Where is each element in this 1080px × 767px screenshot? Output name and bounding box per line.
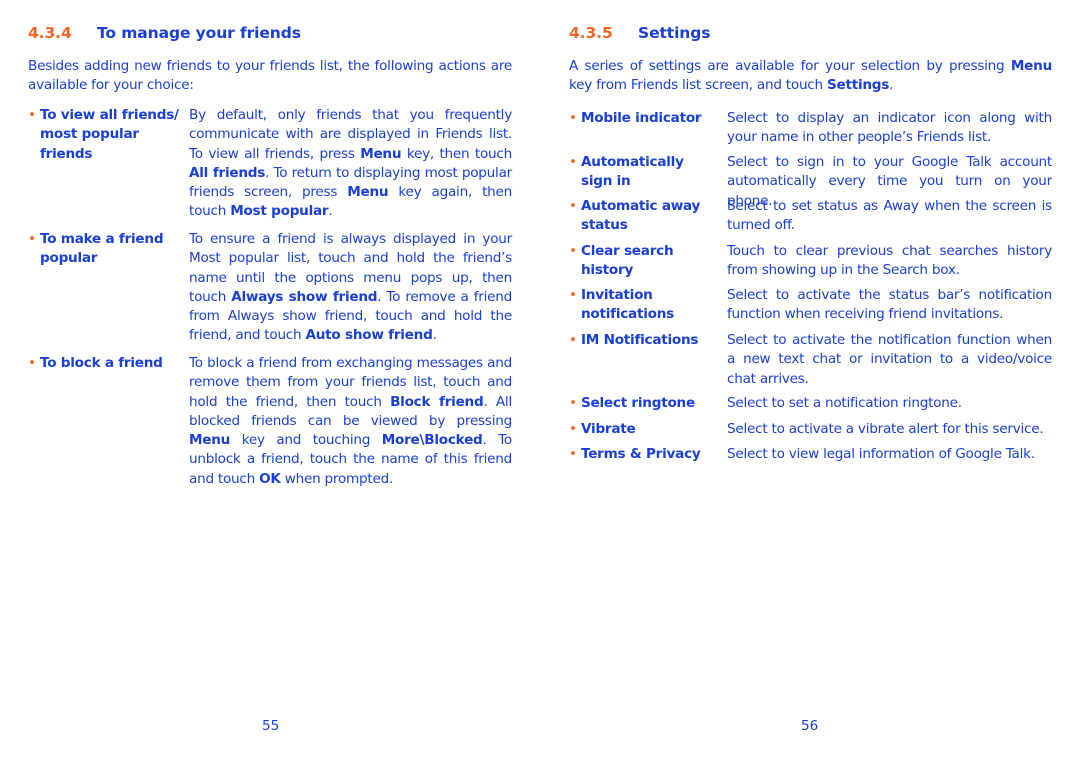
bullet-icon: • — [569, 198, 577, 214]
section-number: 4.3.5 — [569, 24, 613, 42]
bullet-icon: • — [28, 231, 36, 247]
section-heading-4-3-4: 4.3.4 To manage your friends — [28, 24, 301, 42]
bullet-icon: • — [569, 395, 577, 411]
item-label: • Automatically sign in — [569, 154, 684, 190]
item-description: Touch to clear previous chat searches hi… — [727, 243, 1052, 279]
bullet-icon: • — [569, 243, 577, 259]
item-label: • Select ringtone — [569, 394, 695, 413]
setting-clear-search-history: • Clear search history Touch to clear pre… — [569, 242, 1052, 281]
section-number: 4.3.4 — [28, 24, 72, 42]
bold-term: Block friend — [390, 393, 484, 410]
right-page: 4.3.5 Settings A series of settings are a… — [569, 0, 1052, 767]
section-title: Settings — [638, 24, 711, 42]
item-description: Select to activate the status bar’s noti… — [727, 287, 1052, 323]
setting-mobile-indicator: • Mobile indicator Select to display an i… — [569, 109, 1052, 148]
setting-automatic-away-status: • Automatic away status Select to set sta… — [569, 197, 1052, 236]
list-item-block-friend: • To block a friend To block a friend fro… — [28, 354, 512, 489]
bold-term: Menu — [347, 184, 389, 201]
bullet-icon: • — [569, 446, 577, 462]
item-description: To ensure a friend is always displayed i… — [189, 231, 512, 344]
setting-terms-privacy: • Terms & Privacy Select to view legal in… — [569, 445, 1052, 464]
bold-term: More\Blocked — [381, 432, 483, 449]
bullet-icon: • — [28, 107, 36, 123]
bold-term: Most popular — [230, 203, 329, 220]
bold-term: Settings — [826, 77, 890, 94]
bullet-icon: • — [569, 154, 577, 170]
item-label: • Clear search history — [569, 243, 674, 279]
bold-term: OK — [259, 470, 281, 487]
item-description: Select to set status as Away when the sc… — [727, 198, 1052, 234]
item-label: • To block a friend — [28, 354, 163, 373]
section-heading-4-3-5: 4.3.5 Settings — [569, 24, 710, 42]
item-description: To block a friend from exchanging messag… — [189, 355, 513, 487]
bullet-icon: • — [28, 355, 36, 371]
item-label: • Automatic away status — [569, 198, 701, 234]
item-description: Select to activate a vibrate alert for t… — [727, 421, 1044, 437]
bold-term: Menu — [189, 432, 231, 449]
item-description: Select to display an indicator icon alon… — [727, 110, 1052, 146]
setting-invitation-notifications: • Invitation notifications Select to acti… — [569, 286, 1052, 325]
bullet-icon: • — [569, 110, 577, 126]
item-label: • IM Notifications — [569, 331, 699, 350]
item-label: • Terms & Privacy — [569, 445, 701, 464]
intro-paragraph: A series of settings are available for y… — [569, 58, 1052, 94]
bold-term: Always show friend — [231, 288, 378, 305]
page-number: 56 — [801, 718, 819, 734]
left-page: 4.3.4 To manage your friends Besides addi… — [28, 0, 512, 767]
item-description: By default, only friends that you freque… — [189, 107, 512, 220]
item-label: • Vibrate — [569, 420, 636, 439]
bold-term: Menu — [1010, 58, 1052, 74]
list-item-make-friend-popular: • To make a friend popular To ensure a fr… — [28, 230, 512, 346]
setting-vibrate: • Vibrate Select to activate a vibrate al… — [569, 420, 1052, 439]
bullet-icon: • — [569, 332, 577, 348]
setting-select-ringtone: • Select ringtone Select to set a notific… — [569, 394, 1052, 413]
section-title: To manage your friends — [97, 24, 301, 42]
intro-paragraph: Besides adding new friends to your frien… — [28, 58, 512, 94]
setting-im-notifications: • IM Notifications Select to activate the… — [569, 331, 1052, 389]
bullet-icon: • — [569, 287, 577, 303]
item-label: • To view all friends/ most popular frien… — [28, 107, 179, 162]
bold-term: All friends — [189, 164, 266, 181]
bold-term: Auto show friend — [305, 327, 433, 344]
list-item-view-all-friends: • To view all friends/ most popular frien… — [28, 106, 512, 222]
item-label: • To make a friend popular — [28, 231, 164, 267]
item-description: Select to set a notification ringtone. — [727, 395, 962, 411]
item-label: • Mobile indicator — [569, 109, 702, 128]
page-number: 55 — [262, 718, 280, 734]
item-description: Select to view legal information of Goog… — [727, 446, 1035, 462]
item-label: • Invitation notifications — [569, 287, 674, 323]
bold-term: Menu — [360, 145, 402, 162]
item-description: Select to activate the notification func… — [727, 332, 1052, 387]
bullet-icon: • — [569, 421, 577, 437]
